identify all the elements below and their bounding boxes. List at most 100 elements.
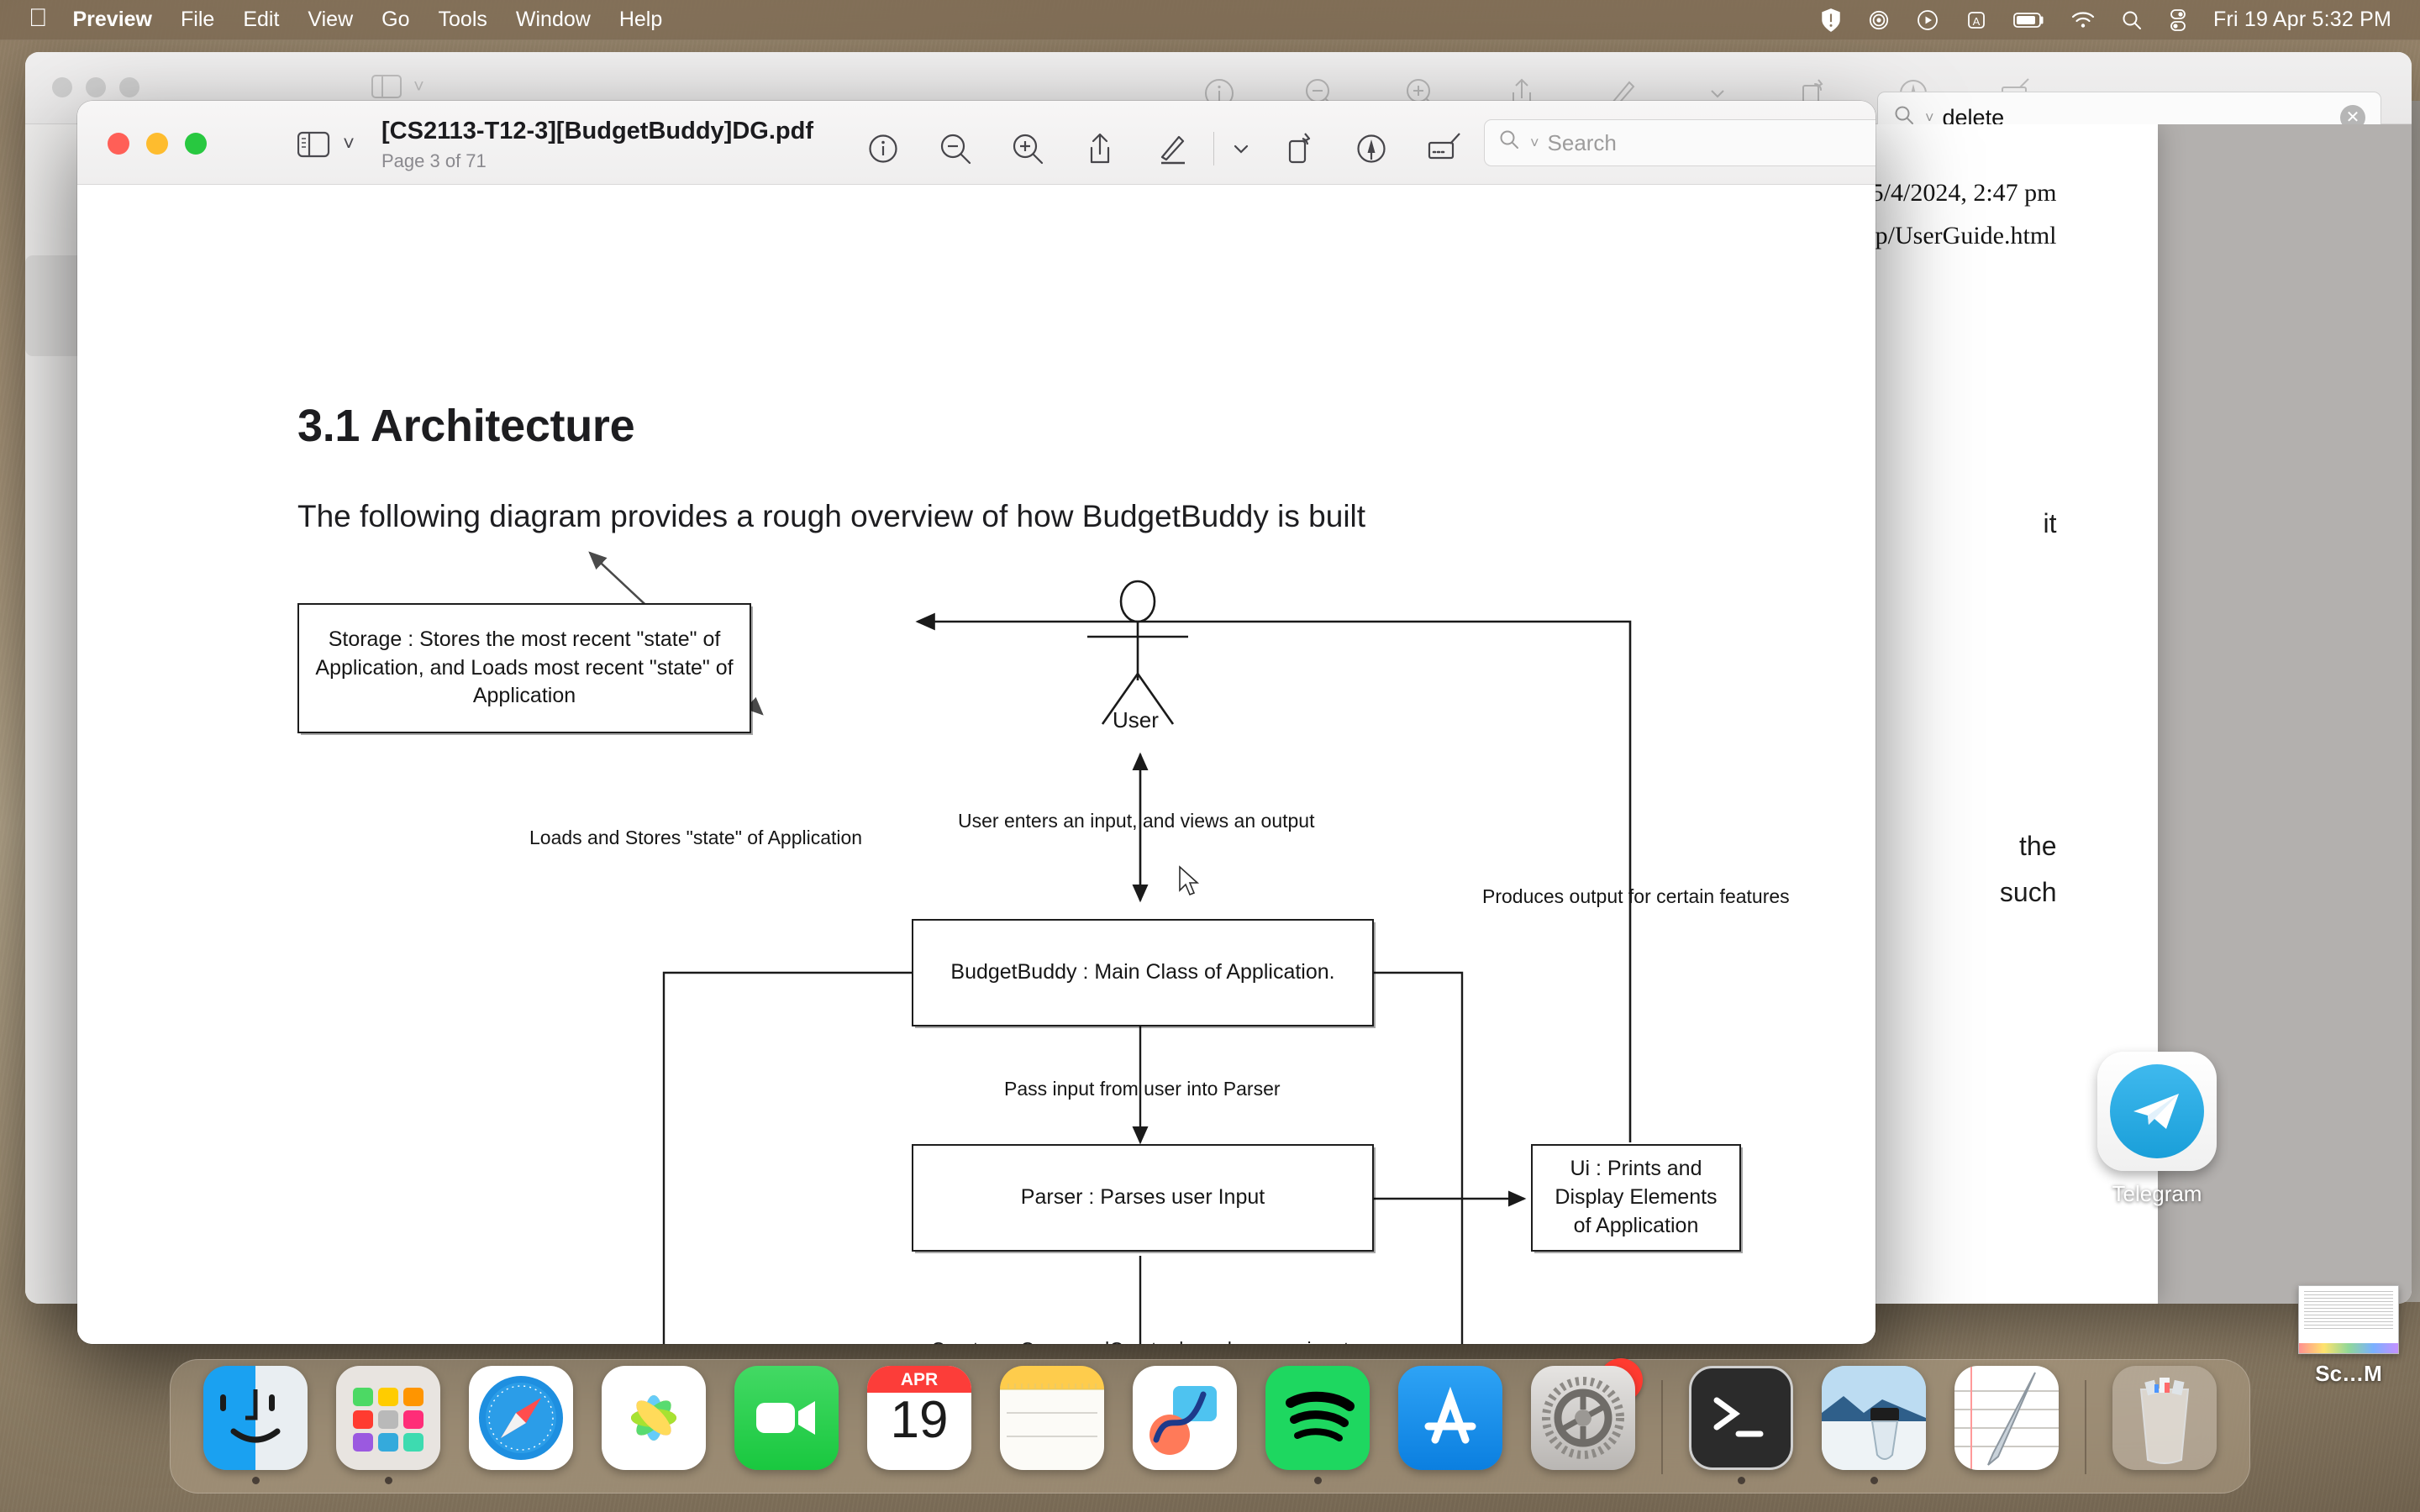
running-indicator-empty bbox=[1049, 1477, 1056, 1484]
keyboard-input-A-icon[interactable]: A bbox=[1965, 8, 1988, 32]
foreground-window-traffic-lights[interactable] bbox=[108, 133, 207, 155]
running-indicator-empty bbox=[783, 1477, 791, 1484]
edge-label-creates-commandcreator: Creates a CommandCreator based on user i… bbox=[931, 1338, 1349, 1344]
desktop-icon-label: Telegram bbox=[2052, 1181, 2262, 1207]
menu-item-view[interactable]: View bbox=[308, 8, 353, 32]
running-indicator-empty bbox=[518, 1477, 525, 1484]
dock-item-calendar[interactable]: APR 19 bbox=[853, 1358, 986, 1493]
foreground-title-block: [CS2113-T12-3][BudgetBuddy]DG.pdf Page 3… bbox=[381, 118, 813, 172]
search-placeholder: Search bbox=[1548, 130, 1617, 156]
running-indicator bbox=[1314, 1477, 1322, 1484]
rotate-icon[interactable] bbox=[1263, 124, 1335, 173]
app-store-icon bbox=[1398, 1366, 1502, 1470]
running-indicator bbox=[385, 1477, 392, 1484]
running-indicator-empty bbox=[2161, 1477, 2169, 1484]
calendar-icon: APR 19 bbox=[867, 1366, 971, 1470]
dock-item-finder[interactable] bbox=[189, 1358, 322, 1493]
info-icon[interactable] bbox=[847, 124, 919, 173]
pdf-document-view[interactable]: 3.1 Architecture The following diagram p… bbox=[77, 185, 1876, 1344]
dock: APR 19 bbox=[170, 1359, 2250, 1494]
desktop-icon-screenshot[interactable]: Sc…M bbox=[2286, 1285, 2412, 1387]
close-button[interactable] bbox=[52, 77, 72, 97]
dock-item-system-settings[interactable]: 1 bbox=[1517, 1358, 1649, 1493]
dock-item-spotify[interactable] bbox=[1251, 1358, 1384, 1493]
calendar-day: 19 bbox=[867, 1393, 971, 1447]
dock-item-terminal[interactable] bbox=[1675, 1358, 1807, 1493]
apple-logo-icon[interactable]:  bbox=[29, 6, 48, 31]
mouse-cursor bbox=[1178, 865, 1203, 899]
safari-icon bbox=[469, 1366, 573, 1470]
menu-item-go[interactable]: Go bbox=[381, 8, 409, 32]
search-chevron-down-icon[interactable]: ˅ bbox=[1530, 134, 1539, 152]
dock-item-facetime[interactable] bbox=[720, 1358, 853, 1493]
dock-item-launchpad[interactable] bbox=[322, 1358, 455, 1493]
toolbar-divider bbox=[1213, 132, 1214, 165]
markup-chevron-down-icon[interactable] bbox=[1219, 124, 1263, 173]
zoom-out-icon[interactable] bbox=[919, 124, 992, 173]
foreground-search-field[interactable]: ˅ Search bbox=[1484, 119, 1876, 166]
dock-item-notes[interactable] bbox=[986, 1358, 1118, 1493]
edge-label-pass-input: Pass input from user into Parser bbox=[1004, 1078, 1281, 1100]
share-icon[interactable] bbox=[1064, 124, 1136, 173]
dock-item-trash[interactable] bbox=[2098, 1358, 2231, 1493]
running-indicator-empty bbox=[650, 1477, 658, 1484]
menu-item-file[interactable]: File bbox=[181, 8, 214, 32]
diagram-box-parser: Parser : Parses user Input bbox=[912, 1144, 1374, 1252]
terminal-icon bbox=[1689, 1366, 1793, 1470]
dock-item-photos[interactable] bbox=[587, 1358, 720, 1493]
menu-bar-clock[interactable]: Fri 19 Apr 5:32 PM bbox=[2213, 8, 2391, 32]
running-indicator-empty bbox=[1181, 1477, 1189, 1484]
screenshot-thumbnail-icon bbox=[2298, 1285, 2399, 1354]
running-indicator-empty bbox=[1447, 1477, 1455, 1484]
now-playing-icon[interactable] bbox=[1916, 8, 1939, 32]
minimize-button[interactable] bbox=[146, 133, 168, 155]
menu-bar-status-area: A Fri 19 Apr 5: bbox=[1820, 8, 2420, 33]
dock-item-textedit[interactable] bbox=[1940, 1358, 2073, 1493]
zoom-button[interactable] bbox=[185, 133, 207, 155]
control-center-icon[interactable] bbox=[2168, 8, 2188, 32]
telegram-icon bbox=[2097, 1052, 2217, 1171]
dock-item-freeform[interactable] bbox=[1118, 1358, 1251, 1493]
shield-alert-icon[interactable] bbox=[1820, 8, 1842, 33]
running-indicator-empty bbox=[1580, 1477, 1587, 1484]
minimize-button[interactable] bbox=[86, 77, 106, 97]
close-button[interactable] bbox=[108, 133, 129, 155]
markup-pen-icon[interactable] bbox=[1136, 124, 1208, 173]
running-indicator bbox=[1738, 1477, 1745, 1484]
zoom-button[interactable] bbox=[119, 77, 139, 97]
menu-item-tools[interactable]: Tools bbox=[439, 8, 487, 32]
spotlight-search-icon[interactable] bbox=[2121, 9, 2143, 31]
menu-item-edit[interactable]: Edit bbox=[243, 8, 279, 32]
search-icon bbox=[1498, 129, 1522, 158]
sidebar-toggle-icon[interactable]: ˅ bbox=[371, 74, 424, 99]
calendar-month: APR bbox=[867, 1366, 971, 1393]
battery-icon[interactable] bbox=[2013, 11, 2045, 29]
menu-item-help[interactable]: Help bbox=[619, 8, 662, 32]
menu-item-window[interactable]: Window bbox=[516, 8, 591, 32]
foreground-preview-window[interactable]: ˅ [CS2113-T12-3][BudgetBuddy]DG.pdf Page… bbox=[77, 101, 1876, 1344]
background-window-traffic-lights[interactable] bbox=[52, 77, 139, 97]
dock-item-safari[interactable] bbox=[455, 1358, 587, 1493]
chevron-down-icon[interactable]: ˅ bbox=[343, 133, 355, 156]
spotify-icon bbox=[1265, 1366, 1370, 1470]
menu-item-preview[interactable]: Preview bbox=[73, 8, 153, 32]
airplay-audio-icon[interactable] bbox=[1867, 8, 1891, 32]
crop-markup-icon[interactable] bbox=[1407, 124, 1480, 173]
dock-divider bbox=[1661, 1380, 1663, 1474]
svg-text:A: A bbox=[1973, 15, 1981, 28]
dock-item-preview[interactable] bbox=[1807, 1358, 1940, 1493]
desktop-icon-telegram[interactable]: Telegram bbox=[2052, 1052, 2262, 1207]
dock-item-app-store[interactable] bbox=[1384, 1358, 1517, 1493]
facetime-icon bbox=[734, 1366, 839, 1470]
menu-bar:  Preview File Edit View Go Tools Window… bbox=[0, 0, 2420, 40]
trash-icon bbox=[2112, 1366, 2217, 1470]
annotate-signature-icon[interactable] bbox=[1335, 124, 1407, 173]
zoom-in-icon[interactable] bbox=[992, 124, 1064, 173]
architecture-diagram: User Storage : Stores the most recent "s… bbox=[77, 185, 1876, 1344]
wifi-icon[interactable] bbox=[2070, 10, 2096, 30]
foreground-window-toolbar: ˅ [CS2113-T12-3][BudgetBuddy]DG.pdf Page… bbox=[77, 101, 1876, 185]
freeform-icon bbox=[1133, 1366, 1237, 1470]
sidebar-toggle-icon[interactable]: ˅ bbox=[297, 131, 355, 158]
page-indicator: Page 3 of 71 bbox=[381, 150, 813, 172]
foreground-toolbar-icons bbox=[847, 124, 1480, 173]
